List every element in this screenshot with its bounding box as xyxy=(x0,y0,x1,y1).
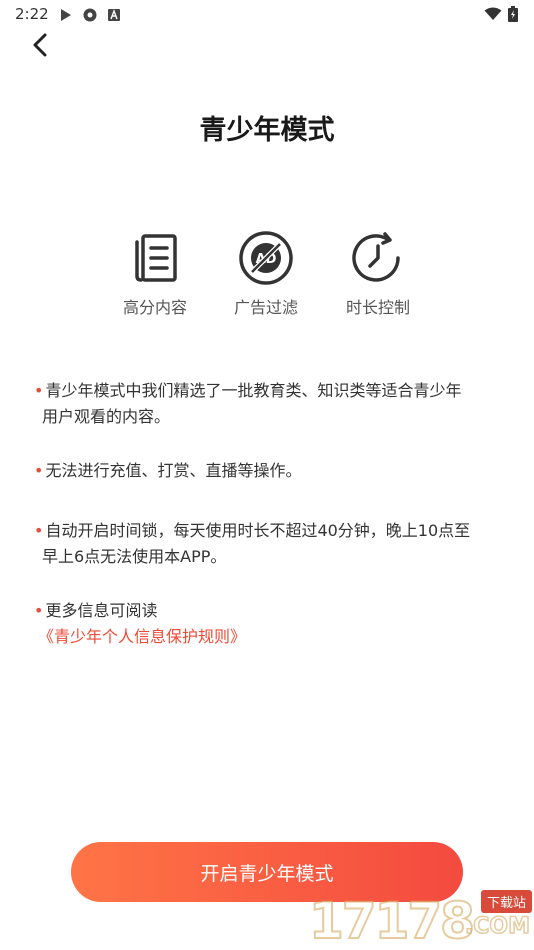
page-title: 青少年模式 xyxy=(199,115,335,146)
settings-icon xyxy=(83,8,97,22)
rule-text: 早上6点无法使用本APP。 xyxy=(42,547,227,566)
bullet: • xyxy=(34,381,44,400)
battery-icon xyxy=(508,6,518,22)
feature-label: 广告过滤 xyxy=(233,298,298,317)
status-time: 2:22 xyxy=(15,5,49,23)
feature-label: 时长控制 xyxy=(345,298,410,317)
rule-text: 自动开启时间锁，每天使用时长不超过40分钟，晚上10点至 xyxy=(45,521,471,540)
no-ad-icon: AD xyxy=(239,231,293,285)
feature-label: 高分内容 xyxy=(122,298,187,317)
bullet: • xyxy=(34,601,44,620)
watermark-number: 17178 xyxy=(308,891,476,950)
rule-text: 用户观看的内容。 xyxy=(42,407,171,426)
watermark-suffix: .COM xyxy=(464,913,531,940)
bullet: • xyxy=(34,521,44,540)
play-icon xyxy=(61,9,71,21)
bullet: • xyxy=(34,461,44,480)
wifi-icon xyxy=(484,7,502,20)
status-icons-right xyxy=(484,6,518,22)
feature-ad-filter: AD 广告过滤 xyxy=(206,230,326,318)
chevron-left-icon xyxy=(33,33,47,57)
rule-text: 青少年模式中我们精选了一批教育类、知识类等适合青少年 xyxy=(45,381,462,400)
back-button[interactable] xyxy=(26,30,56,60)
watermark-logo: 17178 下载站 .COM xyxy=(308,884,534,950)
watermark-badge: 下载站 xyxy=(480,890,532,913)
rule-item: • 无法进行充值、打赏、直播等操作。 xyxy=(34,458,504,484)
status-bar: 2:22 xyxy=(0,0,534,28)
rule-item: • 更多信息可阅读 《青少年个人信息保护规则》 xyxy=(34,598,504,650)
rule-item: • 青少年模式中我们精选了一批教育类、知识类等适合青少年 用户观看的内容。 xyxy=(34,378,504,430)
privacy-rules-link[interactable]: 《青少年个人信息保护规则》 xyxy=(34,624,504,650)
rule-text: 更多信息可阅读 xyxy=(45,601,158,620)
status-icons-left xyxy=(60,7,120,23)
rule-text: 无法进行充值、打赏、直播等操作。 xyxy=(45,461,302,480)
a-icon xyxy=(108,9,120,21)
feature-quality-content: 高分内容 xyxy=(95,230,215,318)
feature-time-control: 时长控制 xyxy=(318,230,438,318)
document-icon xyxy=(135,234,177,282)
rule-item: • 自动开启时间锁，每天使用时长不超过40分钟，晚上10点至 早上6点无法使用本A… xyxy=(34,518,504,570)
timer-icon xyxy=(352,232,400,282)
